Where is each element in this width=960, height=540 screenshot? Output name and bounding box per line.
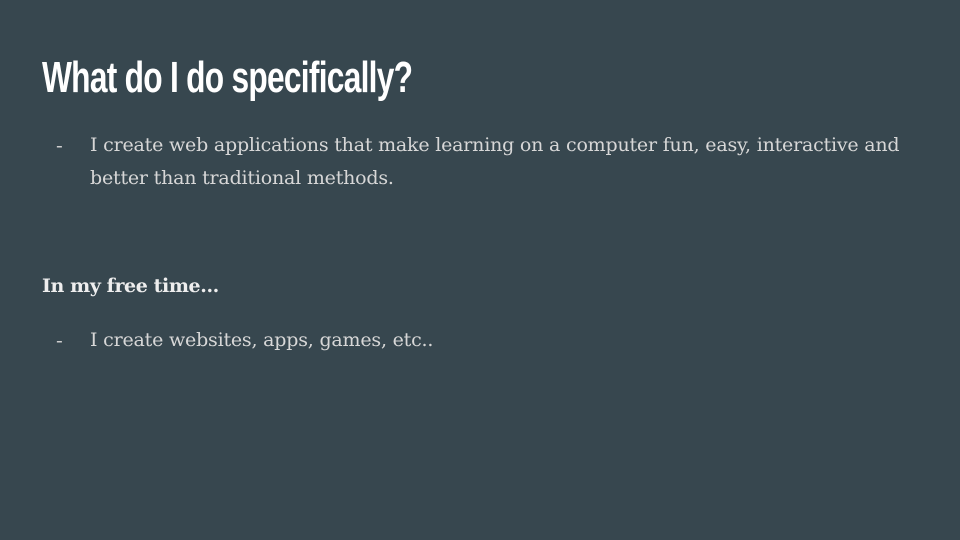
- free-time-subheading: In my free time...: [42, 275, 219, 297]
- list-item: - I create websites, apps, games, etc..: [56, 324, 916, 357]
- list-item: - I create web applications that make le…: [56, 129, 916, 195]
- main-bullet-list: - I create web applications that make le…: [56, 129, 916, 195]
- bullet-text: I create web applications that make lear…: [90, 134, 900, 189]
- bullet-text: I create websites, apps, games, etc..: [90, 329, 434, 351]
- slide-title: What do I do specifically?: [42, 53, 413, 102]
- bullet-dash: -: [56, 133, 63, 157]
- slide: What do I do specifically? - I create we…: [0, 0, 960, 540]
- bullet-dash: -: [56, 328, 63, 352]
- free-time-bullet-list: - I create websites, apps, games, etc..: [56, 324, 916, 357]
